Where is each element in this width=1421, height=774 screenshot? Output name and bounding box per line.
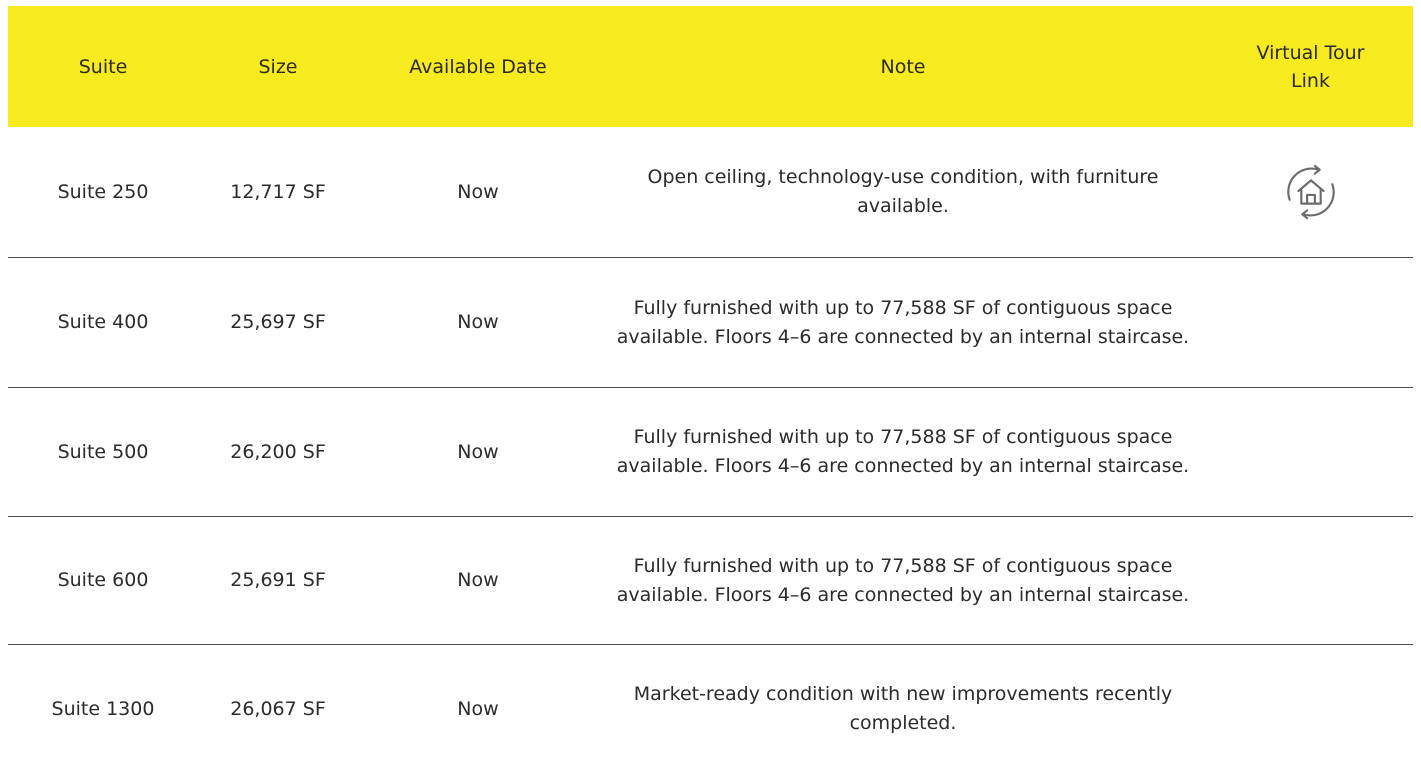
suite-cell: Suite 1300 <box>51 697 155 720</box>
table-row: Suite 250 12,717 SF Now Open ceiling, te… <box>8 127 1413 258</box>
available-date-cell: Now <box>457 180 499 203</box>
size-cell: 26,200 SF <box>230 440 326 463</box>
virtual-tour-cell <box>1208 161 1413 223</box>
size-cell: 12,717 SF <box>230 180 326 203</box>
size-cell: 25,697 SF <box>230 311 326 333</box>
size-cell: 25,691 SF <box>230 569 326 591</box>
note-cell: Fully furnished with up to 77,588 SF of … <box>616 554 1190 606</box>
table-row: Suite 600 25,691 SF Now Fully furnished … <box>8 517 1413 645</box>
table-row: Suite 400 25,697 SF Now Fully furnished … <box>8 258 1413 388</box>
suite-cell: Suite 600 <box>57 569 149 591</box>
header-suite: Suite <box>78 55 128 78</box>
suite-cell: Suite 400 <box>57 311 149 333</box>
available-date-cell: Now <box>457 697 499 720</box>
available-date-cell: Now <box>457 440 499 463</box>
available-date-cell: Now <box>457 569 499 591</box>
suite-cell: Suite 500 <box>57 440 149 463</box>
available-date-cell: Now <box>457 311 499 333</box>
note-cell: Market-ready condition with new improvem… <box>633 683 1173 734</box>
table-header: Suite Size Available Date Note Virtual T… <box>8 6 1413 127</box>
table-row: Suite 1300 26,067 SF Now Market-ready co… <box>8 645 1413 773</box>
size-cell: 26,067 SF <box>230 697 326 720</box>
header-virtual-tour: Virtual Tour Link <box>1256 41 1365 92</box>
virtual-tour-home-icon[interactable] <box>1280 161 1342 223</box>
suite-cell: Suite 250 <box>57 180 149 203</box>
availability-table: Suite Size Available Date Note Virtual T… <box>8 6 1413 773</box>
table-row: Suite 500 26,200 SF Now Fully furnished … <box>8 388 1413 517</box>
header-available-date: Available Date <box>409 55 547 78</box>
header-note: Note <box>880 55 926 78</box>
note-cell: Open ceiling, technology-use condition, … <box>647 166 1159 217</box>
note-cell: Fully furnished with up to 77,588 SF of … <box>616 426 1190 477</box>
note-cell: Fully furnished with up to 77,588 SF of … <box>616 296 1190 348</box>
header-size: Size <box>258 55 298 78</box>
